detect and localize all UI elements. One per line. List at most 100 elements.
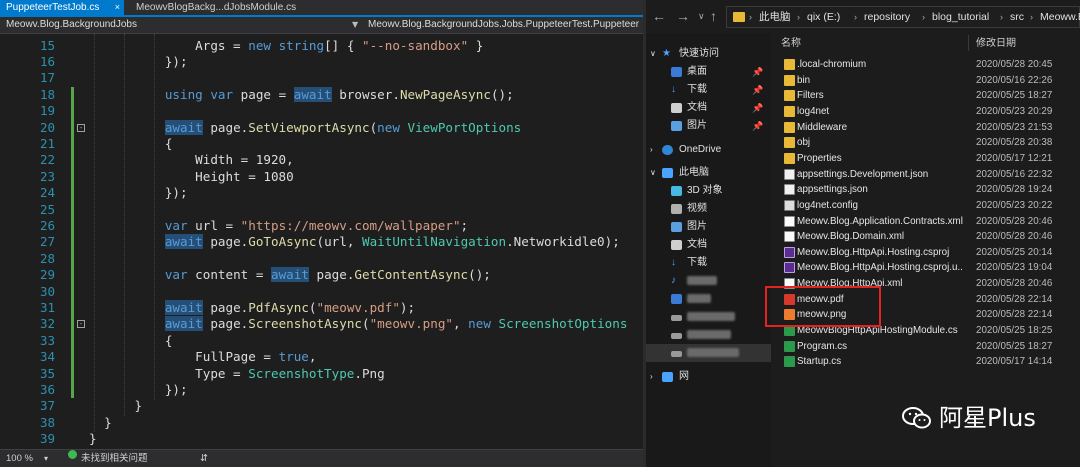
collapse-icon[interactable]: - bbox=[77, 123, 85, 132]
file-row[interactable]: log4net.config 2020/05/23 20:22 bbox=[773, 198, 1080, 214]
line-number: 21 bbox=[39, 136, 55, 151]
code-text[interactable]: await page.PdfAsync("meowv.pdf"); bbox=[89, 300, 415, 316]
code-text[interactable]: await page.SetViewportAsync(new ViewPort… bbox=[89, 119, 521, 136]
chevron-down-icon[interactable]: ▼ bbox=[352, 17, 358, 33]
nav-videos[interactable]: 视频 bbox=[646, 200, 771, 218]
change-marker bbox=[71, 250, 74, 268]
file-row[interactable]: log4net 2020/05/23 20:29 bbox=[773, 104, 1080, 120]
file-row[interactable]: Program.cs 2020/05/25 18:27 bbox=[773, 339, 1080, 355]
breadcrumb[interactable]: blog_tutorial bbox=[932, 7, 989, 28]
close-icon[interactable]: × bbox=[115, 0, 120, 15]
breadcrumb[interactable]: qix (E:) bbox=[807, 7, 840, 28]
nav-quick-access[interactable]: ∨ ★ 快速访问 bbox=[646, 45, 771, 63]
nav-desktop[interactable]: 桌面 📌 bbox=[646, 63, 771, 81]
file-row[interactable]: Meowv.Blog.Application.Contracts.xml 2020… bbox=[773, 214, 1080, 230]
code-text[interactable]: Args = new string[] { "--no-sandbox" } bbox=[89, 38, 483, 54]
nav-music[interactable]: ♪ bbox=[646, 272, 771, 290]
nav-onedrive[interactable]: › OneDrive bbox=[646, 141, 771, 159]
code-text[interactable]: Height = 1080 bbox=[89, 169, 294, 185]
nav-drive-c[interactable] bbox=[646, 308, 771, 326]
chevron-right-icon[interactable]: › bbox=[922, 7, 925, 28]
code-line: 25 bbox=[0, 201, 643, 218]
file-row[interactable]: obj 2020/05/28 20:38 bbox=[773, 135, 1080, 151]
nav-3d-objects[interactable]: 3D 对象 bbox=[646, 182, 771, 200]
issues-status[interactable]: 未找到相关问题 bbox=[81, 450, 148, 467]
code-text[interactable]: using var page = await browser.NewPageAs… bbox=[89, 86, 514, 103]
chevron-right-icon[interactable]: › bbox=[854, 7, 857, 28]
collapse-icon[interactable]: - bbox=[77, 320, 85, 329]
file-row[interactable]: Filters 2020/05/25 18:27 bbox=[773, 88, 1080, 104]
file-date: 2020/05/25 18:27 bbox=[976, 340, 1053, 352]
breadcrumb[interactable]: src bbox=[1010, 7, 1024, 28]
file-row[interactable]: Meowv.Blog.HttpApi.Hosting.csproj.u... 20… bbox=[773, 260, 1080, 276]
project-dropdown[interactable]: Meowv.Blog.BackgroundJobs bbox=[6, 17, 356, 33]
code-text[interactable]: FullPage = true, bbox=[89, 349, 316, 365]
breadcrumb[interactable]: 此电脑 bbox=[759, 7, 791, 28]
file-row[interactable]: Middleware 2020/05/23 21:53 bbox=[773, 120, 1080, 136]
chevron-right-icon[interactable]: › bbox=[1000, 7, 1003, 28]
address-row: ← → ∨ ↑ › 此电脑 › qix (E:) › repository › … bbox=[646, 0, 1080, 33]
chevron-down-icon[interactable]: ▾ bbox=[44, 450, 48, 467]
file-row[interactable]: Meowv.Blog.HttpApi.Hosting.csproj 2020/05… bbox=[773, 245, 1080, 261]
pin-icon[interactable]: 📌 bbox=[752, 81, 763, 99]
pin-icon[interactable]: 📌 bbox=[752, 117, 763, 135]
breadcrumb[interactable]: repository bbox=[864, 7, 910, 28]
code-text[interactable]: }); bbox=[89, 185, 188, 201]
chevron-right-icon[interactable]: › bbox=[650, 141, 653, 159]
nav-drive-e[interactable] bbox=[646, 344, 771, 362]
nav-documents[interactable]: 文档 📌 bbox=[646, 99, 771, 117]
code-text[interactable]: } bbox=[89, 431, 97, 447]
chevron-down-icon[interactable]: ∨ bbox=[698, 6, 705, 26]
file-row[interactable]: Properties 2020/05/17 12:21 bbox=[773, 151, 1080, 167]
nav-documents-pc[interactable]: 文档 bbox=[646, 236, 771, 254]
file-row[interactable]: Startup.cs 2020/05/17 14:14 bbox=[773, 354, 1080, 370]
nav-network[interactable]: › 网 bbox=[646, 368, 771, 386]
pin-icon[interactable]: 📌 bbox=[752, 99, 763, 117]
code-text[interactable]: { bbox=[89, 136, 173, 152]
nav-pictures-pc[interactable]: 图片 bbox=[646, 218, 771, 236]
code-text[interactable]: }); bbox=[89, 382, 188, 398]
file-row[interactable]: bin 2020/05/16 22:26 bbox=[773, 73, 1080, 89]
breadcrumb[interactable]: Meoww.Blog.H bbox=[1040, 7, 1080, 28]
file-row[interactable]: appsettings.json 2020/05/28 19:24 bbox=[773, 182, 1080, 198]
pin-icon[interactable]: 📌 bbox=[752, 63, 763, 81]
file-row[interactable]: .local-chromium 2020/05/28 20:45 bbox=[773, 57, 1080, 73]
up-arrow-icon[interactable]: ↑ bbox=[710, 6, 717, 26]
zoom-level[interactable]: 100 % bbox=[6, 450, 33, 467]
nav-downloads[interactable]: ↓ 下载 📌 bbox=[646, 81, 771, 99]
code-text[interactable]: { bbox=[89, 333, 173, 349]
code-text[interactable]: await page.ScreenshotAsync("meowv.png", … bbox=[89, 316, 627, 332]
code-text[interactable]: await page.GoToAsync(url, WaitUntilNavig… bbox=[89, 234, 620, 250]
code-text[interactable]: } bbox=[89, 398, 142, 414]
code-text[interactable]: var content = await page.GetContentAsync… bbox=[89, 267, 491, 283]
address-bar[interactable]: › 此电脑 › qix (E:) › repository › blog_tut… bbox=[726, 6, 1080, 28]
code-text[interactable]: Type = ScreenshotType.Png bbox=[89, 366, 385, 382]
tab-puppeteer-test-job[interactable]: PuppeteerTestJob.cs × bbox=[0, 0, 124, 15]
file-row[interactable]: Meowv.Blog.Domain.xml 2020/05/28 20:46 bbox=[773, 229, 1080, 245]
code-text[interactable]: } bbox=[89, 415, 112, 431]
chevron-right-icon[interactable]: › bbox=[1030, 7, 1033, 28]
chevron-down-icon[interactable]: ∨ bbox=[650, 164, 656, 182]
column-header-date[interactable]: 修改日期 bbox=[976, 34, 1016, 54]
file-row[interactable]: appsettings.Development.json 2020/05/16 2… bbox=[773, 167, 1080, 183]
code-text[interactable]: Width = 1920, bbox=[89, 152, 294, 168]
type-dropdown[interactable]: Meowv.Blog.BackgroundJobs.Jobs.Puppeteer… bbox=[368, 17, 643, 33]
column-divider[interactable] bbox=[968, 35, 969, 51]
back-icon[interactable]: ← bbox=[652, 6, 666, 26]
nav-drive-d[interactable] bbox=[646, 326, 771, 344]
tab-background-jobs-module[interactable]: MeowvBlogBackg...dJobsModule.cs bbox=[130, 0, 300, 15]
column-header-name[interactable]: 名称 bbox=[781, 34, 801, 54]
nav-pictures[interactable]: 图片 📌 bbox=[646, 117, 771, 135]
forward-icon[interactable]: → bbox=[676, 6, 690, 26]
brush-icon[interactable]: ⇵ bbox=[200, 450, 208, 467]
code-text[interactable]: }); bbox=[89, 54, 188, 70]
code-text[interactable]: var url = "https://meowv.com/wallpaper"; bbox=[89, 218, 468, 234]
chevron-right-icon[interactable]: › bbox=[749, 7, 752, 28]
file-name: obj bbox=[797, 137, 811, 149]
nav-desktop-pc[interactable] bbox=[646, 290, 771, 308]
chevron-right-icon[interactable]: › bbox=[797, 7, 800, 28]
chevron-down-icon[interactable]: ∨ bbox=[650, 45, 656, 63]
nav-this-pc[interactable]: ∨ 此电脑 bbox=[646, 164, 771, 182]
nav-downloads-pc[interactable]: ↓ 下载 bbox=[646, 254, 771, 272]
chevron-right-icon[interactable]: › bbox=[650, 368, 653, 386]
